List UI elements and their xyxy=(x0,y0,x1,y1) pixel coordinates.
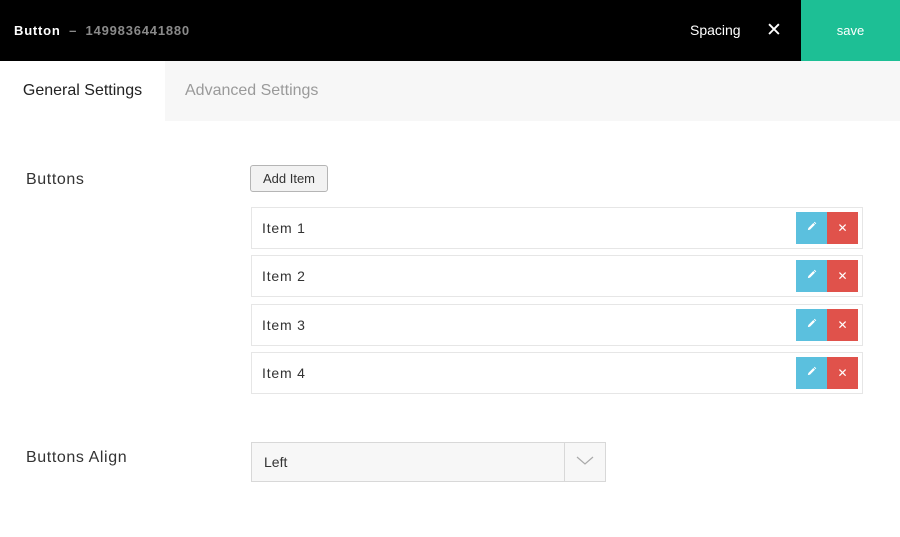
pencil-icon xyxy=(807,269,817,279)
spacing-button[interactable]: Spacing xyxy=(680,0,751,61)
close-icon[interactable]: ✕ xyxy=(760,0,788,61)
list-item: Item 3 ✕ xyxy=(251,304,863,346)
select-arrow[interactable] xyxy=(564,443,605,481)
tab-general-settings[interactable]: General Settings xyxy=(0,61,165,121)
title-separator: – xyxy=(69,23,78,38)
close-icon: ✕ xyxy=(837,318,848,332)
pencil-icon xyxy=(807,221,817,231)
top-bar: Button – 1499836441880 Spacing ✕ save xyxy=(0,0,900,61)
element-type: Button xyxy=(14,23,61,38)
edit-item-button[interactable] xyxy=(796,357,827,389)
list-item-label: Item 4 xyxy=(262,365,306,381)
list-item-label: Item 3 xyxy=(262,317,306,333)
element-title: Button – 1499836441880 xyxy=(14,0,190,61)
element-id: 1499836441880 xyxy=(85,23,190,38)
delete-item-button[interactable]: ✕ xyxy=(827,357,858,389)
delete-item-button[interactable]: ✕ xyxy=(827,309,858,341)
select-value: Left xyxy=(264,454,288,470)
buttons-align-label: Buttons Align xyxy=(26,449,128,466)
close-icon: ✕ xyxy=(837,269,848,283)
list-item-label: Item 1 xyxy=(262,220,306,236)
pencil-icon xyxy=(807,318,817,328)
edit-item-button[interactable] xyxy=(796,260,827,292)
settings-tabs: General Settings Advanced Settings xyxy=(0,61,900,121)
close-icon: ✕ xyxy=(837,366,848,380)
list-item: Item 2 ✕ xyxy=(251,255,863,297)
list-item-label: Item 2 xyxy=(262,268,306,284)
chevron-down-icon xyxy=(576,456,594,465)
delete-item-button[interactable]: ✕ xyxy=(827,212,858,244)
edit-item-button[interactable] xyxy=(796,309,827,341)
close-icon: ✕ xyxy=(837,221,848,235)
list-item: Item 4 ✕ xyxy=(251,352,863,394)
list-item: Item 1 ✕ xyxy=(251,207,863,249)
edit-item-button[interactable] xyxy=(796,212,827,244)
pencil-icon xyxy=(807,366,817,376)
tab-advanced-settings[interactable]: Advanced Settings xyxy=(185,61,318,121)
save-button[interactable]: save xyxy=(801,0,900,61)
delete-item-button[interactable]: ✕ xyxy=(827,260,858,292)
add-item-button[interactable]: Add Item xyxy=(250,165,328,192)
buttons-align-select[interactable]: Left xyxy=(251,442,606,482)
buttons-label: Buttons xyxy=(26,171,85,188)
